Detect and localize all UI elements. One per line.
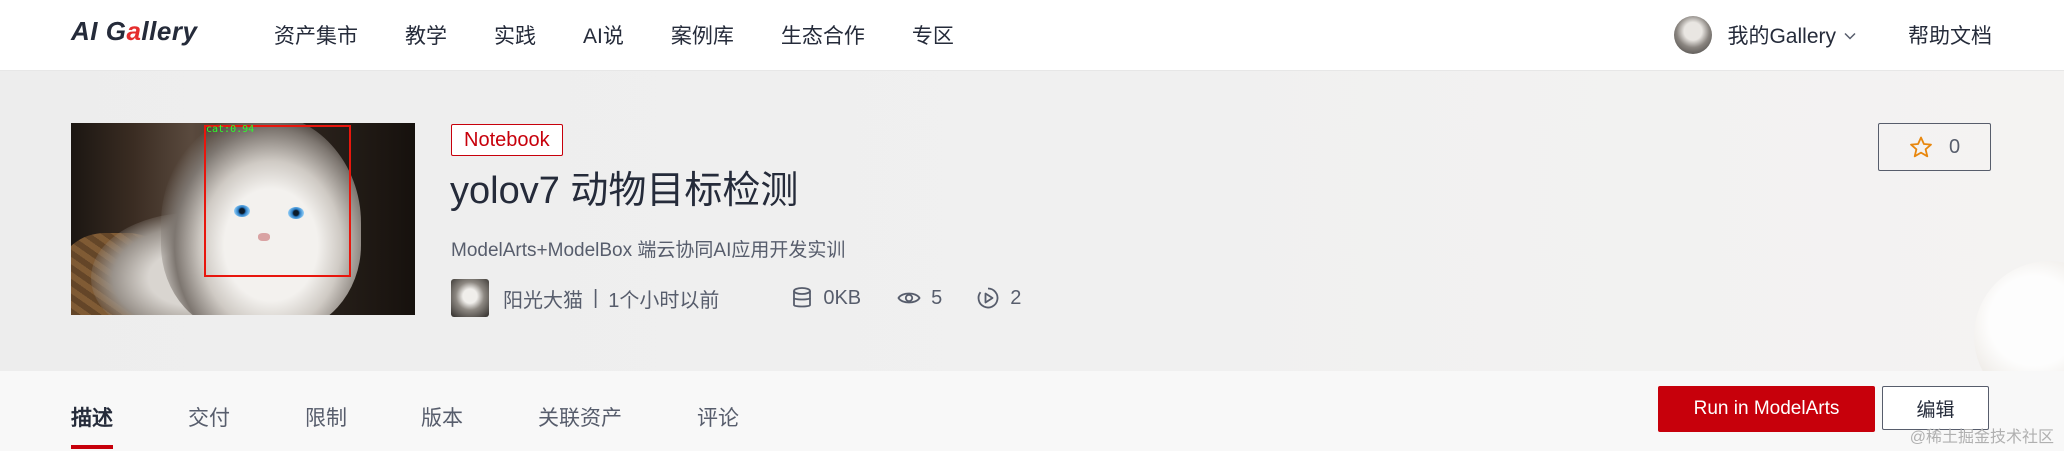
favorite-button[interactable]: 0: [1878, 123, 1991, 171]
meta-separator: |: [593, 286, 599, 309]
detection-bounding-box: [204, 125, 351, 277]
tab-description[interactable]: 描述: [71, 402, 113, 432]
nav-link-asset-market[interactable]: 资产集市: [274, 20, 358, 50]
help-docs-link[interactable]: 帮助文档: [1908, 20, 1992, 50]
favorite-count: 0: [1948, 135, 1961, 158]
asset-type-tag: Notebook: [451, 124, 563, 156]
nav-link-zones[interactable]: 专区: [912, 20, 954, 50]
updated-time: 1个小时以前: [608, 289, 720, 312]
views-stat: 5: [897, 287, 942, 310]
eye-icon: [897, 292, 921, 304]
database-icon: [793, 287, 812, 308]
asset-size-value: 0KB: [823, 286, 862, 309]
author-avatar[interactable]: [451, 279, 489, 317]
top-navigation: AI Gallery 资产集市 教学 实践 AI说 案例库 生态合作 专区 我的…: [0, 0, 2064, 71]
main-nav-links: 资产集市 教学 实践 AI说 案例库 生态合作 专区: [274, 0, 1001, 70]
tab-delivery[interactable]: 交付: [188, 402, 230, 432]
logo-text-suffix: llery: [141, 16, 198, 46]
tab-comments[interactable]: 评论: [697, 402, 739, 432]
asset-title: yolov7 动物目标检测: [450, 170, 799, 212]
logo-text-prefix: AI G: [71, 16, 127, 46]
user-area: 我的Gallery 帮助文档: [1674, 0, 2064, 70]
juejin-watermark: @稀土掘金技术社区: [1909, 429, 2054, 446]
tab-restrictions[interactable]: 限制: [305, 402, 347, 432]
active-tab-indicator: [71, 445, 113, 449]
chevron-down-icon: [1844, 27, 1856, 43]
nav-link-ai-talk[interactable]: AI说: [583, 20, 624, 50]
runs-count: 2: [1010, 286, 1022, 309]
user-avatar[interactable]: [1674, 16, 1713, 54]
run-in-modelarts-button[interactable]: Run in ModelArts: [1658, 386, 1875, 432]
nav-link-ecosystem[interactable]: 生态合作: [781, 20, 865, 50]
asset-meta: 阳光大猫 | 1个小时以前 0KB 5 2: [451, 279, 1021, 317]
views-count: 5: [931, 286, 943, 309]
asset-size-stat: 0KB: [791, 286, 861, 310]
play-circle-icon: [977, 287, 999, 309]
detail-tabs-bar: 描述 交付 限制 版本 关联资产 评论 Run in ModelArts 编辑: [0, 371, 2064, 451]
my-gallery-dropdown[interactable]: 我的Gallery: [1727, 20, 1856, 50]
asset-cover-image: cat:0.94: [71, 123, 415, 315]
asset-header: cat:0.94 Notebook yolov7 动物目标检测 ModelArt…: [0, 71, 2064, 411]
nav-link-teaching[interactable]: 教学: [405, 20, 447, 50]
runs-stat: 2: [976, 286, 1021, 310]
nav-link-practice[interactable]: 实践: [494, 20, 536, 50]
star-icon: [1910, 136, 1932, 157]
logo-text-accent: a: [126, 16, 142, 46]
tab-versions[interactable]: 版本: [421, 402, 463, 432]
tab-related-assets[interactable]: 关联资产: [538, 402, 622, 432]
detection-label: cat:0.94: [206, 124, 255, 135]
my-gallery-label: 我的Gallery: [1727, 25, 1836, 48]
ai-gallery-logo[interactable]: AI Gallery: [71, 16, 197, 47]
author-name[interactable]: 阳光大猫: [503, 284, 583, 313]
asset-subtitle: ModelArts+ModelBox 端云协同AI应用开发实训: [451, 240, 846, 261]
nav-link-case-library[interactable]: 案例库: [671, 20, 734, 50]
